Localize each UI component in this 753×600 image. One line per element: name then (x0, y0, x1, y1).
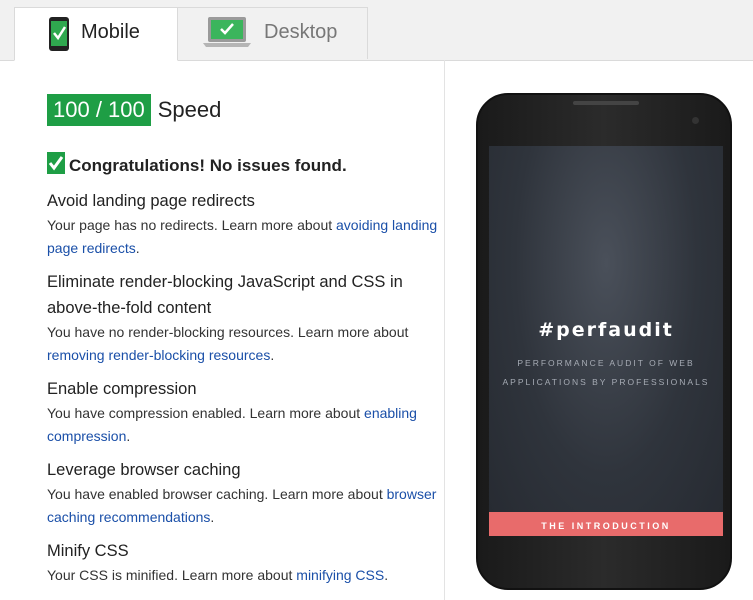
mobile-phone-check-icon (48, 16, 70, 58)
rule-desc-text: Your CSS is minified. Learn more about (47, 567, 297, 583)
rule-title: Eliminate render-blocking JavaScript and… (47, 273, 403, 317)
preview-subtitle: PERFORMANCE AUDIT OF WEB APPLICATIONS BY… (489, 354, 723, 392)
rule-minify-css: Minify CSS Your CSS is minified. Learn m… (47, 538, 439, 587)
rule-desc: You have enabled browser caching. Learn … (47, 483, 439, 529)
tab-mobile[interactable]: Mobile (14, 7, 178, 61)
tab-desktop[interactable]: Desktop (178, 7, 368, 59)
rule-landing-redirects: Avoid landing page redirects Your page h… (47, 188, 439, 260)
rule-desc: Your CSS is minified. Learn more about m… (47, 564, 439, 587)
rule-desc-end: . (384, 567, 389, 583)
rule-desc-text: You have enabled browser caching. Learn … (47, 486, 387, 502)
tab-desktop-label: Desktop (264, 21, 338, 43)
rule-title: Enable compression (47, 380, 197, 398)
checkmark-icon (47, 152, 65, 179)
rule-desc-end: . (135, 240, 140, 256)
tab-mobile-label: Mobile (81, 21, 140, 43)
rule-desc-end: . (126, 428, 131, 444)
preview-cta-bar: THE INTRODUCTION (489, 512, 723, 536)
rule-desc-text: You have compression enabled. Learn more… (47, 405, 365, 421)
learn-more-link[interactable]: removing render-blocking resources (47, 347, 270, 363)
laptop-check-icon (202, 15, 252, 55)
pane-divider (444, 60, 445, 600)
score-row: 100 / 100 Speed (47, 94, 221, 126)
rule-desc-end: . (270, 347, 275, 363)
preview-subtitle-line: APPLICATIONS BY PROFESSIONALS (502, 377, 710, 387)
phone-camera-icon (692, 117, 699, 124)
rule-render-blocking: Eliminate render-blocking JavaScript and… (47, 269, 439, 367)
phone-earpiece (573, 101, 639, 105)
score-label: Speed (157, 97, 222, 122)
preview-subtitle-line: PERFORMANCE AUDIT OF WEB (517, 358, 695, 368)
rule-desc-text: Your page has no redirects. Learn more a… (47, 217, 337, 233)
rule-title: Minify CSS (47, 542, 129, 560)
rule-title: Leverage browser caching (47, 461, 241, 479)
score-badge: 100 / 100 (47, 94, 151, 126)
rule-desc: You have compression enabled. Learn more… (47, 402, 439, 448)
congrats-message: Congratulations! No issues found. (47, 152, 347, 179)
rule-compression: Enable compression You have compression … (47, 376, 439, 448)
learn-more-link[interactable]: minifying CSS (296, 567, 384, 583)
rule-desc: Your page has no redirects. Learn more a… (47, 214, 439, 260)
rule-desc: You have no render-blocking resources. L… (47, 321, 439, 367)
preview-title: #perfaudit (538, 319, 674, 341)
rule-browser-caching: Leverage browser caching You have enable… (47, 457, 439, 529)
congrats-text: Congratulations! No issues found. (69, 155, 347, 175)
rule-desc-end: . (210, 509, 215, 525)
device-tabbar: Mobile Desktop (0, 0, 753, 61)
mobile-preview-phone: #perfaudit PERFORMANCE AUDIT OF WEB APPL… (476, 93, 732, 590)
phone-screen-preview: #perfaudit PERFORMANCE AUDIT OF WEB APPL… (489, 146, 723, 536)
rule-desc-text: You have no render-blocking resources. L… (47, 324, 409, 340)
rule-title: Avoid landing page redirects (47, 192, 255, 210)
